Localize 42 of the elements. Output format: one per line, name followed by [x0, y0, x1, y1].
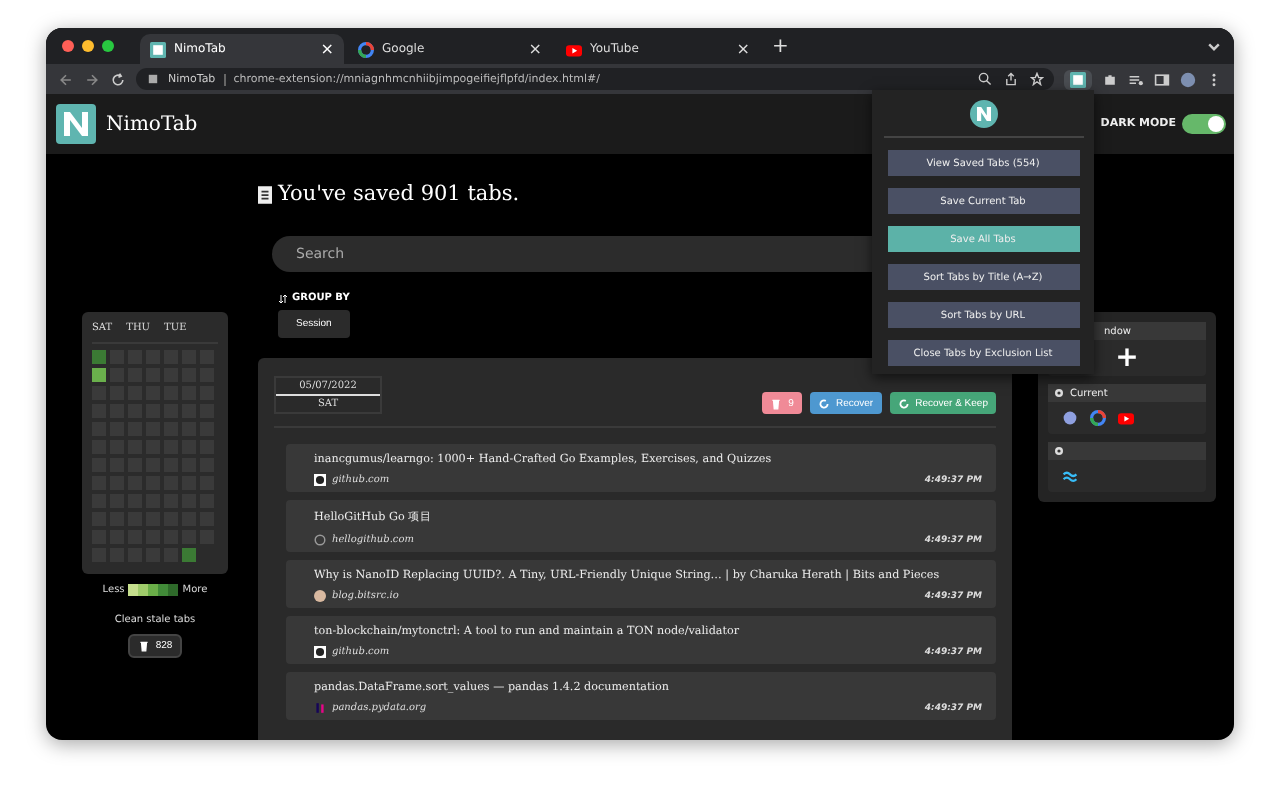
google-icon — [358, 41, 374, 57]
add-window-button[interactable]: + — [1115, 340, 1139, 376]
page-heading: You've saved 901 tabs. — [278, 182, 520, 206]
heatmap-cell — [92, 350, 106, 364]
back-icon[interactable] — [58, 71, 74, 87]
reload-icon[interactable] — [110, 71, 126, 87]
window-controls-icon[interactable] — [62, 40, 114, 52]
play-icon — [1118, 410, 1134, 426]
waves-icon — [1062, 468, 1078, 484]
n-logo-icon — [150, 41, 166, 57]
media-icon[interactable] — [1128, 71, 1144, 87]
refresh-icon — [817, 397, 830, 409]
avatar-icon — [314, 590, 326, 602]
avatar-icon[interactable] — [1180, 71, 1196, 87]
play-icon — [566, 41, 582, 57]
n-logo-icon — [1070, 71, 1086, 87]
share-icon[interactable] — [1004, 72, 1018, 86]
forward-icon[interactable] — [84, 71, 100, 87]
globe-icon — [1062, 410, 1078, 426]
heatmap-cell — [182, 548, 196, 562]
n-logo-icon — [56, 104, 96, 144]
n-logo-icon — [969, 100, 997, 128]
heatmap-cell — [92, 368, 106, 382]
close-tab-icon[interactable]: × — [736, 40, 750, 58]
new-tab-button[interactable]: + — [772, 35, 789, 57]
chevron-down-icon[interactable] — [1206, 38, 1222, 54]
app-name: NimoTab — [106, 113, 198, 135]
sort-icon — [278, 293, 288, 303]
refresh-icon — [897, 397, 910, 409]
receipt-icon — [258, 185, 272, 203]
sidebar-icon[interactable] — [1154, 71, 1170, 87]
trash-icon — [770, 397, 783, 409]
close-tab-icon[interactable]: × — [528, 40, 542, 58]
legend-scale-drawing — [128, 584, 179, 596]
star-icon[interactable] — [1030, 72, 1044, 86]
trash-icon — [137, 640, 150, 652]
bars-icon — [314, 702, 326, 714]
close-tab-icon[interactable]: × — [320, 40, 334, 58]
extension-button[interactable] — [1064, 69, 1092, 89]
zoom-icon[interactable] — [978, 72, 992, 86]
dark-mode-toggle[interactable] — [1182, 114, 1226, 134]
google-icon — [1090, 410, 1106, 426]
